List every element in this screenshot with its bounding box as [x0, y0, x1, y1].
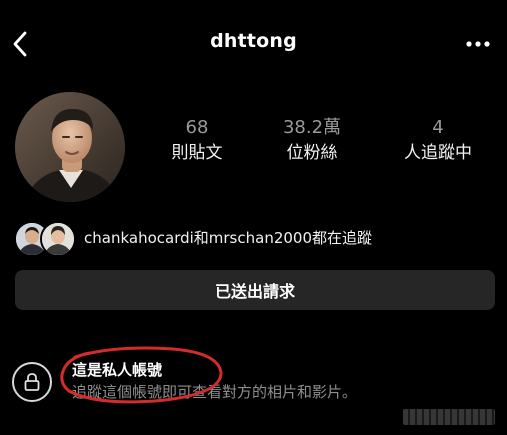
mutual-avatar-2	[40, 221, 76, 257]
following-label: 人追蹤中	[404, 143, 472, 163]
followers-label: 位粉絲	[286, 143, 338, 163]
page-title: dhttong	[210, 30, 297, 52]
mutual-followers-text[interactable]: chankahocardi和mrschan2000都在追蹤	[84, 227, 372, 248]
mutual-avatar-2-photo	[42, 223, 74, 255]
posts-label: 則貼文	[171, 143, 223, 163]
stat-posts: 68 則貼文	[142, 117, 252, 165]
profile-screen: dhttong 68 則貼文 38.2萬 位粉絲 4 人追蹤中 chankaho…	[0, 0, 507, 435]
profile-avatar[interactable]	[15, 92, 125, 202]
request-sent-button[interactable]: 已送出請求	[15, 270, 495, 310]
posts-count: 68	[185, 117, 209, 138]
profile-photo	[15, 92, 125, 202]
mutual-avatars[interactable]	[14, 221, 76, 257]
followers-count: 38.2萬	[282, 117, 342, 138]
stat-following[interactable]: 4 人追蹤中	[383, 117, 493, 165]
private-account-description: 追蹤這個帳號即可查看對方的相片和影片。	[72, 383, 358, 401]
more-options-button[interactable]	[463, 34, 493, 54]
more-horizontal-icon	[466, 41, 490, 47]
stat-followers[interactable]: 38.2萬 位粉絲	[257, 117, 367, 165]
lock-badge	[12, 362, 52, 402]
watermark	[403, 409, 495, 425]
lock-icon	[24, 373, 40, 391]
private-account-title: 這是私人帳號	[72, 361, 163, 379]
following-count: 4	[432, 117, 444, 138]
